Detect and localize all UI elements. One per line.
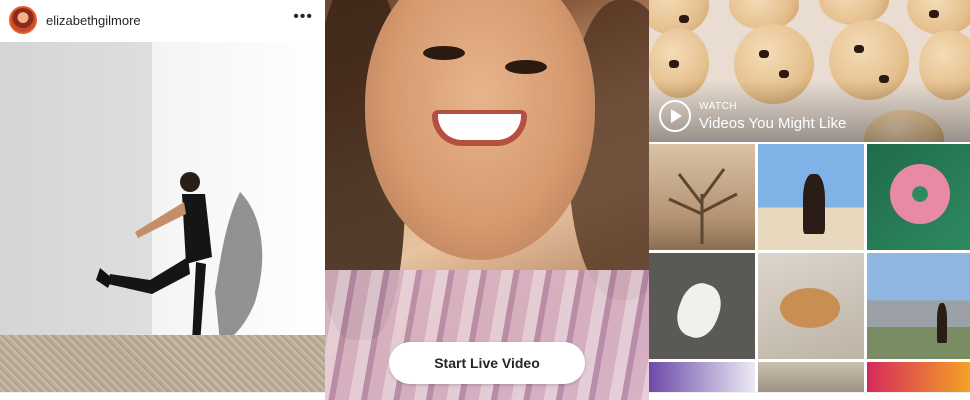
tree-icon xyxy=(668,168,738,244)
post-header: elizabethgilmore ••• xyxy=(0,0,325,40)
chocolate-chip xyxy=(929,10,939,18)
explore-tile[interactable] xyxy=(649,253,755,359)
videos-you-might-like-banner[interactable]: WATCH Videos You Might Like xyxy=(649,0,970,142)
photo-ground xyxy=(0,335,325,392)
chocolate-chip xyxy=(854,45,864,53)
post-photo[interactable] xyxy=(0,42,325,392)
explore-tile[interactable] xyxy=(758,144,864,250)
cookie xyxy=(907,0,970,35)
watch-label: WATCH xyxy=(699,101,738,112)
live-video-panel: Start Live Video xyxy=(325,0,649,400)
person-figure xyxy=(803,174,825,234)
camera-preview-eye-right xyxy=(505,60,547,74)
explore-tile[interactable] xyxy=(758,253,864,359)
chocolate-chip xyxy=(679,15,689,23)
cat xyxy=(780,288,840,328)
videos-title[interactable]: Videos You Might Like xyxy=(699,115,846,132)
play-icon[interactable] xyxy=(659,100,691,132)
chocolate-chip xyxy=(669,60,679,68)
feed-post-panel: elizabethgilmore ••• xyxy=(0,0,325,400)
chocolate-chip xyxy=(779,70,789,78)
chocolate-chip xyxy=(759,50,769,58)
dog xyxy=(670,277,728,344)
explore-bottom-bar xyxy=(649,392,970,400)
explore-tile[interactable] xyxy=(867,144,970,250)
post-action-bar xyxy=(0,392,325,400)
camera-preview-eye-left xyxy=(423,46,465,60)
post-username[interactable]: elizabethgilmore xyxy=(46,13,141,28)
start-live-video-button[interactable]: Start Live Video xyxy=(389,342,585,384)
person-figure xyxy=(937,303,947,343)
donut xyxy=(890,164,950,224)
explore-tile[interactable] xyxy=(867,253,970,359)
camera-preview-smile xyxy=(432,110,527,146)
explore-panel: WATCH Videos You Might Like xyxy=(649,0,970,400)
banner-shade xyxy=(649,80,970,142)
user-avatar[interactable] xyxy=(9,6,37,34)
more-options-icon[interactable]: ••• xyxy=(293,9,313,25)
explore-tile[interactable] xyxy=(649,144,755,250)
